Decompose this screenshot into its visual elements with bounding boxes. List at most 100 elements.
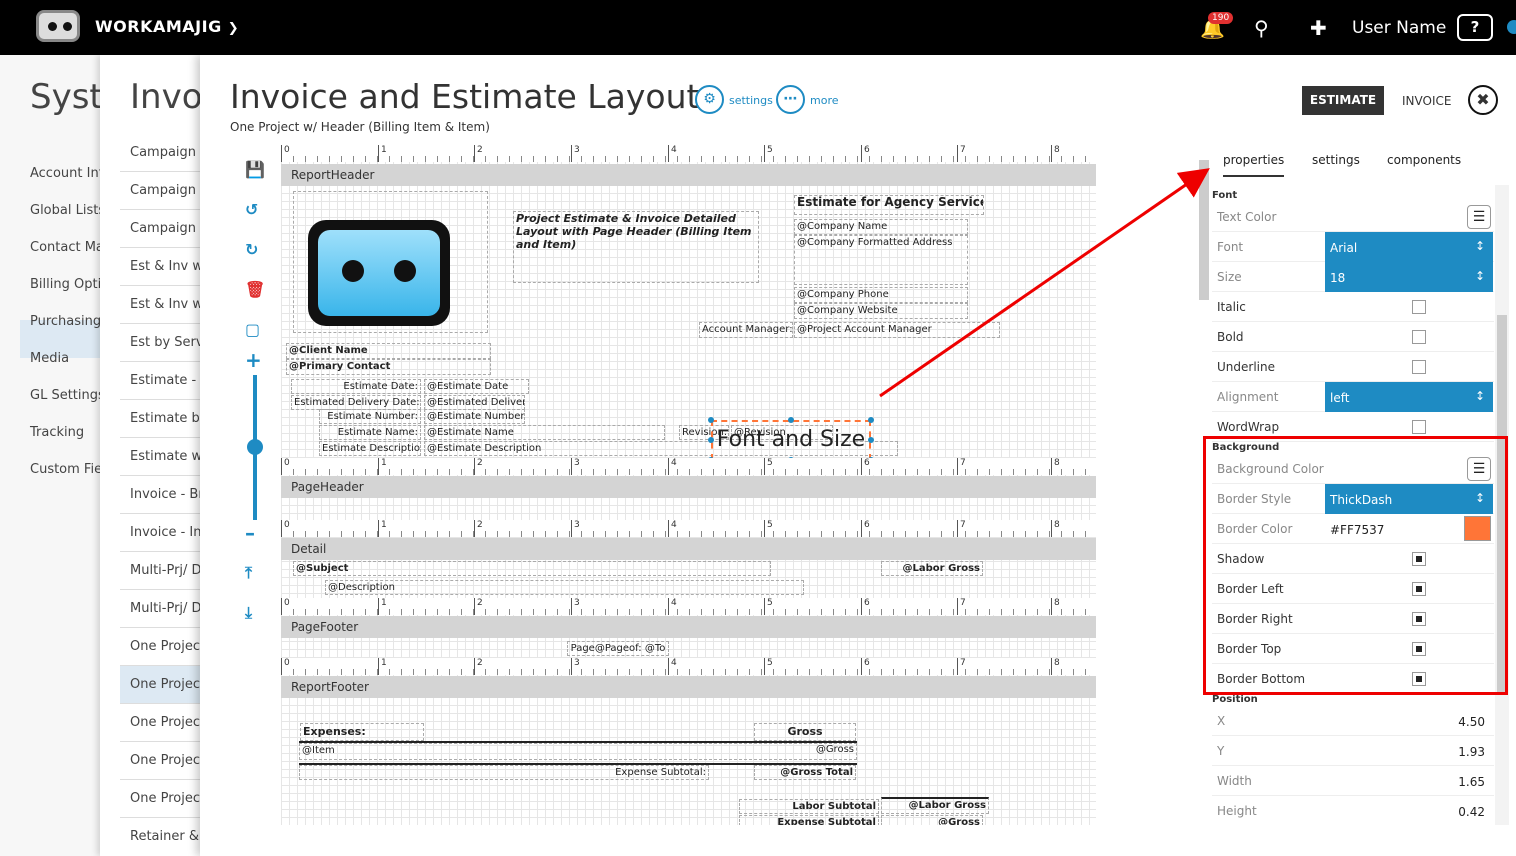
description-field[interactable]: @Description (325, 580, 804, 595)
font-and-size-field[interactable]: Font and Size (711, 420, 871, 460)
company-name-field[interactable]: @Company Name (794, 219, 968, 235)
resize-handle[interactable] (708, 417, 714, 423)
zoom-slider-handle[interactable] (247, 439, 263, 455)
settings-link[interactable]: settings (729, 94, 773, 107)
menu-icon[interactable]: ☰ (1467, 205, 1491, 229)
tab-components[interactable]: components (1387, 153, 1461, 167)
gross-total-field[interactable]: @Gross Total (754, 765, 856, 780)
trash-icon[interactable]: 🗑 (245, 280, 265, 299)
company-phone-field[interactable]: @Company Phone (794, 287, 968, 303)
company-address-field[interactable]: @Company Formatted Address (794, 235, 968, 285)
primary-contact-field[interactable]: @Primary Contact (286, 359, 491, 375)
gear-icon[interactable]: ⚙ (695, 85, 724, 114)
estimate-name-label[interactable]: Estimate Name: (319, 425, 421, 440)
client-name-field[interactable]: @Client Name (286, 343, 491, 359)
brand-menu[interactable]: WORKAMAJIG ❯ (95, 17, 239, 36)
logo-field[interactable] (293, 191, 488, 333)
wordwrap-checkbox[interactable] (1412, 420, 1426, 434)
estimate-number-label[interactable]: Estimate Number: (319, 409, 421, 424)
list-item[interactable]: One Project/ (130, 791, 209, 806)
save-icon[interactable]: 💾 (245, 160, 265, 179)
resize-handle[interactable] (788, 417, 794, 423)
zoom-out-icon[interactable]: – (245, 521, 255, 545)
band-report-footer[interactable]: ReportFooter (281, 676, 1096, 698)
project-title-field[interactable]: Project Estimate & Invoice Detailed Layo… (513, 211, 759, 283)
est-delivery-label[interactable]: Estimated Delivery Date: (291, 395, 421, 410)
sidebar-item-gl-settings[interactable]: GL Settings (30, 388, 105, 403)
resize-handle[interactable] (708, 437, 714, 443)
tab-settings[interactable]: settings (1312, 153, 1360, 167)
band-page-header[interactable]: PageHeader (281, 476, 1096, 498)
ruler: 012345678 (281, 598, 1096, 615)
estimate-desc-label[interactable]: Estimate Description: (319, 441, 421, 456)
band-detail[interactable]: Detail (281, 538, 1096, 560)
fit-icon[interactable]: ▢ (245, 320, 260, 339)
sidebar-item-tracking[interactable]: Tracking (30, 425, 84, 440)
size-select[interactable]: 18 (1325, 262, 1493, 292)
list-item[interactable]: One Project (130, 639, 205, 654)
layout-editor-panel: Invoice and Estimate Layout One Project … (200, 55, 1516, 856)
band-page-footer[interactable]: PageFooter (281, 616, 1096, 638)
app-logo[interactable] (36, 10, 80, 42)
gross-field[interactable]: @Gross (754, 743, 856, 760)
report-canvas[interactable]: 012345678 ReportHeader Project Estimate … (281, 145, 1096, 825)
subject-field[interactable]: @Subject (293, 561, 771, 576)
add-icon[interactable]: ✚ (1310, 16, 1327, 40)
section-position: Position (1212, 694, 1258, 705)
y-input[interactable]: 1.93 (1325, 736, 1493, 766)
italic-checkbox[interactable] (1412, 300, 1426, 314)
list-item[interactable]: Multi-Prj/ De (130, 563, 210, 578)
estimate-button[interactable]: ESTIMATE (1302, 86, 1384, 115)
sidebar-item-global-lists[interactable]: Global Lists (30, 203, 105, 218)
close-icon[interactable]: ✖ (1468, 85, 1498, 115)
more-icon[interactable]: ⋯ (776, 85, 805, 114)
resize-handle[interactable] (868, 417, 874, 423)
width-input[interactable]: 1.65 (1325, 766, 1493, 796)
underline-checkbox[interactable] (1412, 360, 1426, 374)
search-icon[interactable]: ⚲ (1254, 16, 1269, 40)
download-icon[interactable]: ⤓ (245, 603, 252, 623)
list-item[interactable]: One Project (130, 677, 205, 692)
band-report-header[interactable]: ReportHeader (281, 164, 1096, 186)
tab-properties[interactable]: properties (1223, 153, 1285, 177)
est-delivery-field[interactable]: @Estimated Delivery (424, 395, 525, 410)
prop-y: Y 1.93 (1212, 736, 1494, 766)
invoice-button[interactable]: INVOICE (1402, 94, 1451, 108)
sidebar-item-media[interactable]: Media (30, 351, 69, 366)
help-button[interactable]: ? (1457, 14, 1493, 41)
company-website-field[interactable]: @Company Website (794, 303, 968, 319)
estimate-date-field[interactable]: @Estimate Date (424, 379, 529, 394)
labor-subtotal-label[interactable]: Labor Subtotal (739, 799, 879, 814)
user-menu[interactable]: User Name (1352, 18, 1446, 38)
estimate-date-label[interactable]: Estimate Date: (291, 379, 421, 394)
list-item[interactable]: One Project/ (130, 753, 209, 768)
x-input[interactable]: 4.50 (1325, 706, 1493, 736)
resize-handle[interactable] (868, 437, 874, 443)
list-item[interactable]: Multi-Prj/ De (130, 601, 210, 616)
account-manager-label[interactable]: Account Manager: (699, 322, 793, 338)
estimate-number-field[interactable]: @Estimate Number (424, 409, 525, 424)
gross-total-field-2[interactable]: @Gross (881, 815, 983, 825)
zoom-in-icon[interactable]: + (245, 348, 262, 372)
prop-x: X 4.50 (1212, 706, 1494, 736)
labor-gross-field[interactable]: @Labor Gross (881, 561, 983, 576)
estimate-title-field[interactable]: Estimate for Agency Services (794, 195, 984, 215)
expense-subtotal-label-2[interactable]: Expense Subtotal (739, 815, 879, 825)
alignment-select[interactable]: left (1325, 382, 1493, 412)
move-top-icon[interactable]: ⤒ (245, 563, 252, 583)
labor-gross-total-field[interactable]: @Labor Gross (881, 797, 989, 814)
font-select[interactable]: Arial (1325, 232, 1493, 262)
height-input[interactable]: 0.42 (1325, 796, 1493, 825)
bold-checkbox[interactable] (1412, 330, 1426, 344)
sidebar-item-purchasing[interactable]: Purchasing (30, 314, 101, 329)
list-item[interactable]: One Project (130, 715, 205, 730)
estimate-name-field[interactable]: @Estimate Name (424, 425, 665, 440)
expense-subtotal-label[interactable]: Expense Subtotal: (299, 765, 709, 780)
account-manager-field[interactable]: @Project Account Manager (794, 322, 1000, 338)
redo-icon[interactable]: ↻ (245, 240, 258, 259)
page-number-field[interactable]: Page@Pageof: @To (567, 641, 669, 656)
undo-icon[interactable]: ↺ (245, 200, 258, 219)
expenses-label[interactable]: Expenses: (300, 723, 424, 741)
gross-header[interactable]: Gross (754, 723, 856, 741)
more-link[interactable]: more (810, 94, 839, 107)
